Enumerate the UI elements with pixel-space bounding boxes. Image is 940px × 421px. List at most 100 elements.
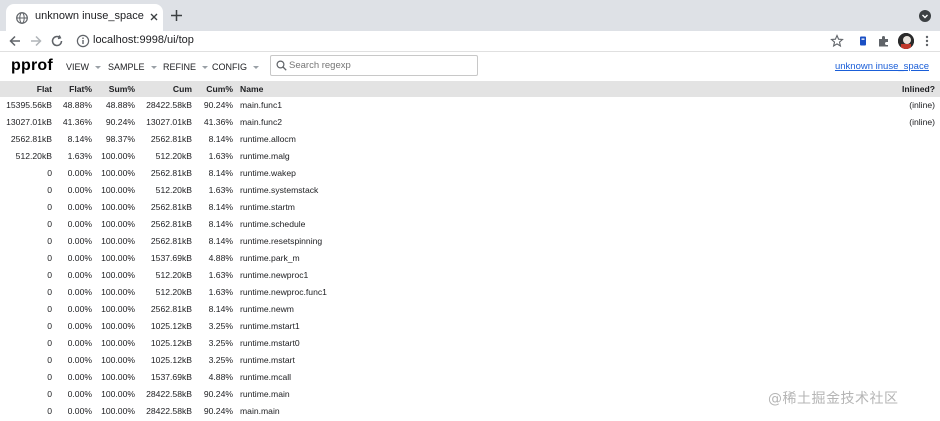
forward-icon[interactable] <box>29 34 43 48</box>
header-name[interactable]: Name <box>240 81 263 97</box>
back-icon[interactable] <box>8 34 22 48</box>
cell-sum-pct: 100.00% <box>101 270 135 280</box>
menu-refine[interactable]: REFINE <box>163 62 209 72</box>
header-flat-pct[interactable]: Flat% <box>69 81 92 97</box>
cell-sum-pct: 100.00% <box>101 151 135 161</box>
table-row[interactable]: 0 0.00% 100.00% 512.20kB 1.63% runtime.newpro… <box>0 284 940 301</box>
star-icon[interactable] <box>830 34 844 48</box>
header-cum-pct[interactable]: Cum% <box>206 81 233 97</box>
table-row[interactable]: 512.20kB 1.63% 100.00% 512.20kB 1.63% runtime… <box>0 148 940 165</box>
avatar[interactable] <box>898 33 914 49</box>
cell-name: runtime.park_m <box>240 253 300 263</box>
header-inlined[interactable]: Inlined? <box>902 81 935 97</box>
cell-cum-pct: 8.14% <box>208 168 233 178</box>
cell-cum: 2562.81kB <box>150 219 192 229</box>
cell-cum: 2562.81kB <box>150 304 192 314</box>
cell-flat: 0 <box>47 287 52 297</box>
cell-flat-pct: 0.00% <box>67 236 92 246</box>
table-row[interactable]: 0 0.00% 100.00% 2562.81kB 8.14% runtime.newm <box>0 301 940 318</box>
cell-flat-pct: 48.88% <box>62 100 92 110</box>
table-row[interactable]: 0 0.00% 100.00% 1025.12kB 3.25% runtime.mstar… <box>0 352 940 369</box>
table-row[interactable]: 0 0.00% 100.00% 1537.69kB 4.88% runtime.mcall <box>0 369 940 386</box>
menu-sample[interactable]: SAMPLE <box>108 62 157 72</box>
cell-cum: 2562.81kB <box>150 134 192 144</box>
cell-flat-pct: 1.63% <box>67 151 92 161</box>
table-row[interactable]: 0 0.00% 100.00% 1025.12kB 3.25% runtime.mstar… <box>0 335 940 352</box>
close-icon[interactable] <box>148 11 160 23</box>
cell-sum-pct: 100.00% <box>101 202 135 212</box>
cell-name: runtime.newproc.func1 <box>240 287 327 297</box>
browser-tab[interactable]: unknown inuse_space <box>6 4 163 31</box>
cell-name: runtime.resetspinning <box>240 236 323 246</box>
top-table: Flat Flat% Sum% Cum Cum% Name Inlined? 1… <box>0 81 940 420</box>
plus-icon[interactable] <box>170 9 183 22</box>
cell-cum: 1025.12kB <box>150 355 192 365</box>
table-row[interactable]: 0 0.00% 100.00% 2562.81kB 8.14% runtime.reset… <box>0 233 940 250</box>
search-box[interactable] <box>270 55 478 76</box>
header-cum[interactable]: Cum <box>173 81 192 97</box>
cell-cum-pct: 3.25% <box>208 338 233 348</box>
menu-config[interactable]: CONFIG <box>212 62 259 72</box>
cell-cum-pct: 4.88% <box>208 372 233 382</box>
cell-name: runtime.mstart0 <box>240 338 300 348</box>
cell-cum: 1537.69kB <box>150 253 192 263</box>
info-icon[interactable] <box>76 34 90 48</box>
profile-link[interactable]: unknown inuse_space <box>835 61 929 72</box>
menu-sample-label: SAMPLE <box>108 62 145 72</box>
browser-toolbar: localhost:9998/ui/top <box>0 31 940 52</box>
cell-cum-pct: 90.24% <box>203 100 233 110</box>
cell-name: runtime.systemstack <box>240 185 319 195</box>
table-row[interactable]: 15395.56kB 48.88% 48.88% 28422.58kB 90.24% ma… <box>0 97 940 114</box>
app-logo[interactable]: pprof <box>11 57 53 75</box>
cell-cum: 512.20kB <box>155 287 192 297</box>
address-bar[interactable]: localhost:9998/ui/top <box>93 34 194 46</box>
cell-flat: 13027.01kB <box>6 117 52 127</box>
cell-flat: 0 <box>47 406 52 416</box>
menu-refine-label: REFINE <box>163 62 197 72</box>
cell-name: runtime.allocm <box>240 134 296 144</box>
table-row[interactable]: 0 0.00% 100.00% 512.20kB 1.63% runtime.newpro… <box>0 267 940 284</box>
more-menu-icon[interactable] <box>920 34 934 48</box>
menu-view[interactable]: VIEW <box>66 62 102 72</box>
tab-search-icon[interactable] <box>918 9 932 23</box>
cell-cum: 28422.58kB <box>146 389 192 399</box>
cell-name: runtime.main <box>240 389 290 399</box>
cell-flat-pct: 0.00% <box>67 372 92 382</box>
table-row[interactable]: 0 0.00% 100.00% 2562.81kB 8.14% runtime.wakep <box>0 165 940 182</box>
header-sum-pct[interactable]: Sum% <box>109 81 135 97</box>
search-input[interactable] <box>289 58 473 73</box>
globe-icon <box>16 12 28 24</box>
reload-icon[interactable] <box>50 34 64 48</box>
extension-icon[interactable] <box>856 34 870 48</box>
cell-cum-pct: 1.63% <box>208 270 233 280</box>
table-row[interactable]: 0 0.00% 100.00% 2562.81kB 8.14% runtime.start… <box>0 199 940 216</box>
cell-name: runtime.mcall <box>240 372 292 382</box>
cell-flat-pct: 0.00% <box>67 185 92 195</box>
cell-cum: 2562.81kB <box>150 168 192 178</box>
cell-flat-pct: 0.00% <box>67 270 92 280</box>
table-row[interactable]: 0 0.00% 100.00% 512.20kB 1.63% runtime.system… <box>0 182 940 199</box>
cell-cum: 512.20kB <box>155 270 192 280</box>
cell-cum-pct: 1.63% <box>208 185 233 195</box>
cell-flat: 0 <box>47 338 52 348</box>
table-row[interactable]: 13027.01kB 41.36% 90.24% 13027.01kB 41.36% ma… <box>0 114 940 131</box>
table-row[interactable]: 0 0.00% 100.00% 1025.12kB 3.25% runtime.mstar… <box>0 318 940 335</box>
cell-sum-pct: 100.00% <box>101 185 135 195</box>
cell-flat-pct: 0.00% <box>67 168 92 178</box>
cell-flat: 0 <box>47 355 52 365</box>
cell-flat: 512.20kB <box>15 151 52 161</box>
cell-flat-pct: 0.00% <box>67 304 92 314</box>
table-row[interactable]: 2562.81kB 8.14% 98.37% 2562.81kB 8.14% runtim… <box>0 131 940 148</box>
puzzle-icon[interactable] <box>877 34 891 48</box>
cell-cum: 2562.81kB <box>150 236 192 246</box>
cell-sum-pct: 98.37% <box>105 134 135 144</box>
table-row[interactable]: 0 0.00% 100.00% 2562.81kB 8.14% runtime.sched… <box>0 216 940 233</box>
cell-flat-pct: 0.00% <box>67 355 92 365</box>
cell-cum-pct: 90.24% <box>203 389 233 399</box>
header-flat[interactable]: Flat <box>37 81 52 97</box>
pprof-header: pprof VIEW SAMPLE REFINE CONFIG unknown … <box>0 52 940 81</box>
tab-title: unknown inuse_space <box>35 10 144 22</box>
cell-flat: 15395.56kB <box>6 100 52 110</box>
cell-flat: 0 <box>47 304 52 314</box>
table-row[interactable]: 0 0.00% 100.00% 1537.69kB 4.88% runtime.park_… <box>0 250 940 267</box>
